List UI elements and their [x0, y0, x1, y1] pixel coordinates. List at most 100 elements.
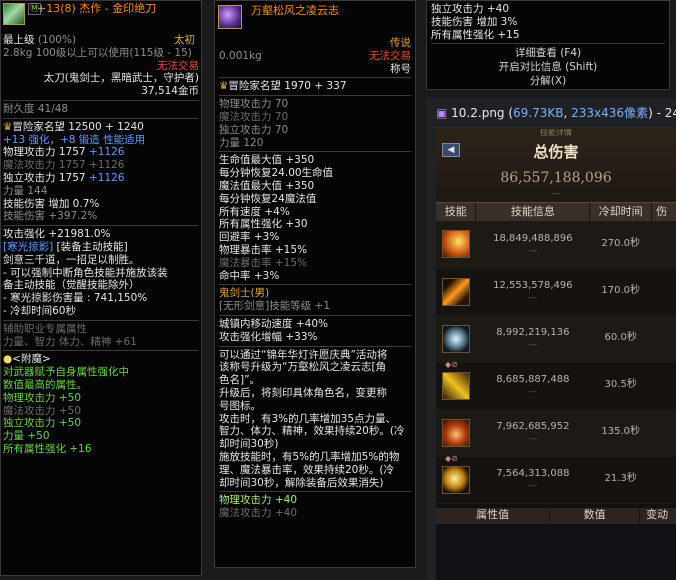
desc-line-4: - 寒光掠影伤害量 : 741,150%	[3, 292, 148, 305]
grade-label: 最上级	[3, 34, 35, 46]
title-tooltip: 万壑松风之凌云志 传说 0.001kg 无法交易 称号 ♛冒险家名望 1970 …	[214, 0, 416, 568]
table-row[interactable]: 12,553,578,496— 170.0秒	[436, 268, 676, 316]
untradeable-label: 无法交易	[157, 59, 199, 72]
desc-line-2: - 可以强制中断角色技能并施放该装	[3, 266, 168, 279]
table-row[interactable]: ◆⊘ 8,685,887,488— 30.5秒	[436, 360, 676, 410]
skill-icon: ◆⊘	[441, 454, 470, 494]
price-line: 37,514金币	[141, 85, 199, 98]
skill-name: [寒光掠影]	[3, 240, 54, 253]
cooldown-value: 170.0秒	[589, 268, 652, 316]
stat-ind-atk-bonus: +1126	[88, 171, 125, 184]
type-label: 称号	[390, 62, 411, 75]
table-row[interactable]: 7,962,685,952— 135.0秒	[436, 409, 676, 457]
stat-mag-atk: 魔法攻击力 1757	[3, 159, 86, 172]
desc-line: 智力、体力、精神，效果持续20秒。(冷	[219, 425, 405, 438]
enchant-desc-1: 对武器赋予自身属性强化中	[3, 366, 129, 379]
bonus-stat: 所有属性强化 +30	[219, 218, 308, 231]
attack-amp: 攻击强化增幅 +33%	[219, 330, 318, 343]
bonus-stat: 回避率 +3%	[219, 231, 280, 244]
base-stat: 独立攻击力 70	[219, 123, 289, 136]
damage-sub: —	[528, 245, 538, 256]
disassemble-button[interactable]: 分解(X)	[431, 74, 665, 88]
file-dims-link[interactable]: 233x436像素	[571, 106, 648, 120]
buff-marker-icon: ◆⊘	[444, 453, 458, 463]
file-name: 10.2.png	[451, 106, 505, 120]
detail-view-button[interactable]: 详细查看 (F4)	[431, 46, 665, 60]
stat-phys-atk: 物理攻击力 1757	[3, 146, 86, 159]
fame-icon: ♛	[3, 120, 13, 133]
table-row[interactable]: ◆⊘ 7,564,313,088— 21.3秒	[436, 454, 676, 504]
bonus-stat: 命中率 +3%	[219, 269, 280, 282]
weapon-icon	[3, 3, 25, 25]
class-line: 鬼剑士(男)	[219, 287, 270, 300]
enchant-stat: 所有属性强化 +16	[3, 442, 92, 455]
col-damage: 伤	[651, 203, 676, 221]
base-stat: 力量 120	[219, 136, 264, 149]
item-type: 太初	[174, 34, 195, 46]
cooldown-value: 135.0秒	[589, 409, 652, 457]
weight-line: 2.8kg 100级以上可以使用(115级 - 15)	[3, 46, 192, 59]
base-stat: 物理攻击力 70	[219, 98, 289, 111]
damage-value: 7,564,313,088	[496, 468, 570, 480]
desc-line: 却时间30秒)	[219, 438, 279, 451]
enchant-desc-2: 数值最高的属性。	[3, 378, 87, 391]
desc-line-3: 备主动技能（觉醒技能除外）	[3, 279, 140, 292]
desc-line: 却时间30秒，解除装备后效果消失)	[219, 476, 384, 489]
weapon-title: +13(8) 杰作 - 金印绝刀	[37, 2, 157, 15]
aux-title: 辅助职业专属属性	[3, 322, 87, 335]
bonus-stat: 生命值最大值 +350	[219, 154, 315, 167]
image-file-icon: ▣	[436, 106, 448, 120]
adventure-fame: 冒险家名望 12500 + 1240	[12, 120, 144, 133]
buff-marker-icon: ◆⊘	[444, 359, 458, 369]
image-viewer: ▣ 10.2.png (69.73KB, 233x436像素) - 24 技能详…	[426, 98, 676, 580]
damage-sub: —	[528, 433, 538, 444]
desc-line-5: - 冷却时间60秒	[3, 304, 76, 317]
cooldown-value: 60.0秒	[589, 315, 652, 363]
damage-value: 7,962,685,952	[496, 421, 570, 433]
cooldown-value: 30.5秒	[589, 362, 652, 410]
table-row[interactable]: 8,992,219,136— 60.0秒	[436, 315, 676, 363]
compare-tooltip: 独立攻击力 +40 技能伤害 增加 3% 所有属性强化 +15 详细查看 (F4…	[426, 0, 670, 90]
stat-phys-atk-bonus: +1126	[88, 146, 125, 159]
desc-line: 攻击时，有3%的几率增加35点力量、	[219, 412, 397, 425]
total-damage-title: 总伤害	[533, 143, 579, 161]
bonus-stat: 魔法暴击率 +15%	[219, 256, 307, 269]
title-icon	[218, 5, 242, 29]
bonus-stat: 魔法值最大值 +350	[219, 179, 315, 192]
enchant-stat: 力量 +50	[3, 430, 50, 443]
col-cooldown: 冷却时间	[589, 203, 653, 221]
skill-line: [无形剑意]技能等级 +1	[219, 300, 331, 313]
weight-label: 0.001kg	[219, 49, 262, 62]
adventure-fame: 冒险家名望 1970 + 337	[228, 80, 347, 93]
cooldown-value: 21.3秒	[589, 456, 652, 504]
attack-boost: 攻击强化 +21981.0%	[3, 228, 111, 241]
stat-str: 力量 144	[3, 184, 48, 197]
enchant-stat: 独立攻击力 +50	[3, 417, 81, 430]
cooldown-value: 270.0秒	[589, 221, 652, 269]
footer-stat: 物理攻击力 +40	[219, 494, 297, 507]
skill-icon	[441, 230, 470, 259]
bonus-stat: 每分钟恢复24魔法值	[219, 192, 317, 205]
skill-damage-total: 技能伤害 +397.2%	[3, 210, 98, 223]
damage-sub: —	[528, 386, 538, 397]
desc-line: 理、魔法暴击率，效果持续20秒。(冷	[219, 463, 394, 476]
enchant-stat: 魔法攻击力 +50	[3, 404, 81, 417]
damage-value: 8,992,219,136	[496, 327, 570, 339]
skill-note: [装备主动技能]	[56, 240, 128, 253]
stat-ind-atk: 独立攻击力 1757	[3, 171, 86, 184]
stat-mag-atk-bonus: +1126	[88, 159, 125, 172]
base-stat: 魔法攻击力 70	[219, 110, 289, 123]
skill-icon: ◆⊘	[441, 360, 470, 400]
compare-toggle-button[interactable]: 开启对比信息 (Shift)	[431, 60, 665, 74]
untradeable-label: 无法交易	[369, 49, 411, 62]
title-name: 万壑松风之凌云志	[251, 4, 339, 17]
damage-value: 8,685,887,488	[496, 374, 570, 386]
damage-sub: —	[528, 480, 538, 491]
skill-damage-line: 技能伤害 增加 0.7%	[3, 197, 100, 210]
footer-stat: 魔法攻击力 +40	[219, 507, 297, 520]
table-row[interactable]: 18,849,488,896— 270.0秒	[436, 221, 676, 269]
file-size-link[interactable]: 69.73KB	[513, 106, 563, 120]
rarity-label: 传说	[390, 37, 411, 49]
stat-line: 独立攻击力 +40	[431, 3, 509, 15]
total-damage-header: ◀ 总伤害 86,557,188,096 —	[436, 137, 676, 203]
